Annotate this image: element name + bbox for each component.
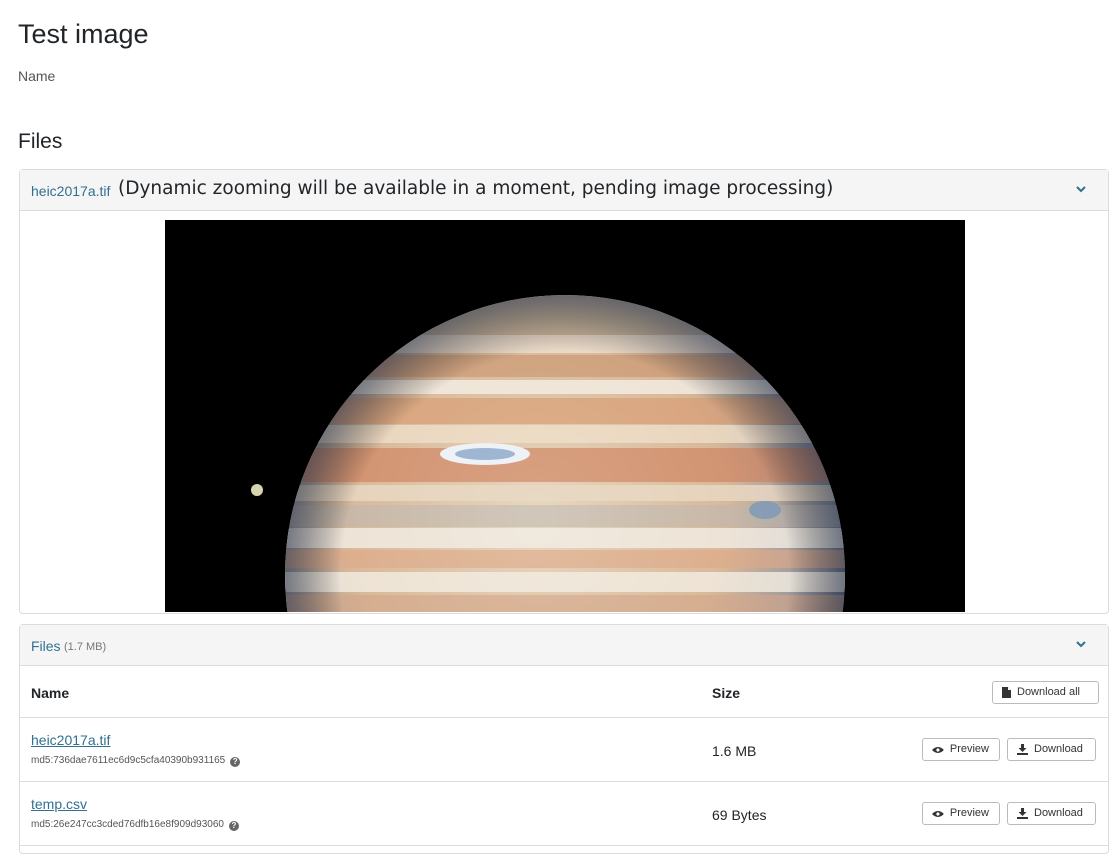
file-icon xyxy=(1002,687,1011,698)
download-all-button[interactable]: Download all xyxy=(992,681,1099,704)
name-label: Name xyxy=(18,68,56,84)
column-header-size: Size xyxy=(712,685,741,701)
eye-icon xyxy=(932,746,944,753)
download-button[interactable]: Download xyxy=(1007,802,1096,825)
md5-text: md5:26e247cc3cded76dfb16e8f909d93060 xyxy=(31,819,224,830)
preview-label: Preview xyxy=(949,807,989,819)
chevron-down-icon[interactable] xyxy=(1075,639,1087,649)
file-checksum: md5:26e247cc3cded76dfb16e8f909d93060? xyxy=(31,819,239,831)
files-panel: Files (1.7 MB) Name Size Download all he… xyxy=(19,624,1109,854)
total-size: (1.7 MB) xyxy=(64,641,107,653)
file-name-link[interactable]: temp.csv xyxy=(31,796,87,812)
file-name-link[interactable]: heic2017a.tif xyxy=(31,732,110,748)
files-panel-header[interactable]: Files (1.7 MB) xyxy=(20,625,1108,666)
column-header-name: Name xyxy=(31,685,70,701)
download-label: Download xyxy=(1034,743,1083,755)
help-icon[interactable]: ? xyxy=(228,821,239,831)
preview-label: Preview xyxy=(949,743,989,755)
download-icon xyxy=(1017,744,1028,755)
preview-button[interactable]: Preview xyxy=(922,738,1000,761)
preview-filename-link[interactable]: heic2017a.tif xyxy=(31,183,110,199)
preview-button[interactable]: Preview xyxy=(922,802,1000,825)
table-row: temp.csv md5:26e247cc3cded76dfb16e8f909d… xyxy=(20,782,1108,846)
files-heading: Files xyxy=(18,130,63,153)
download-icon xyxy=(1017,808,1028,819)
processing-note: (Dynamic zooming will be available in a … xyxy=(118,178,834,199)
preview-image xyxy=(165,220,965,612)
file-checksum: md5:736dae7611ec6d9c5cfa40390b931165? xyxy=(31,755,241,767)
download-button[interactable]: Download xyxy=(1007,738,1096,761)
chevron-down-icon[interactable] xyxy=(1075,184,1087,194)
table-row: heic2017a.tif md5:736dae7611ec6d9c5cfa40… xyxy=(20,718,1108,782)
file-size: 1.6 MB xyxy=(712,743,757,759)
preview-panel-header[interactable]: heic2017a.tif (Dynamic zooming will be a… xyxy=(20,170,1108,211)
eye-icon xyxy=(932,810,944,817)
files-panel-title[interactable]: Files xyxy=(31,638,61,654)
help-icon[interactable]: ? xyxy=(230,757,241,767)
file-preview-panel: heic2017a.tif (Dynamic zooming will be a… xyxy=(19,169,1109,614)
file-size: 69 Bytes xyxy=(712,807,767,823)
md5-text: md5:736dae7611ec6d9c5cfa40390b931165 xyxy=(31,755,226,766)
files-table: Name Size Download all heic2017a.tif md5… xyxy=(20,666,1108,846)
table-header: Name Size Download all xyxy=(20,666,1108,718)
page-title: Test image xyxy=(18,19,149,49)
download-all-label: Download all xyxy=(1017,686,1080,698)
download-label: Download xyxy=(1034,807,1083,819)
